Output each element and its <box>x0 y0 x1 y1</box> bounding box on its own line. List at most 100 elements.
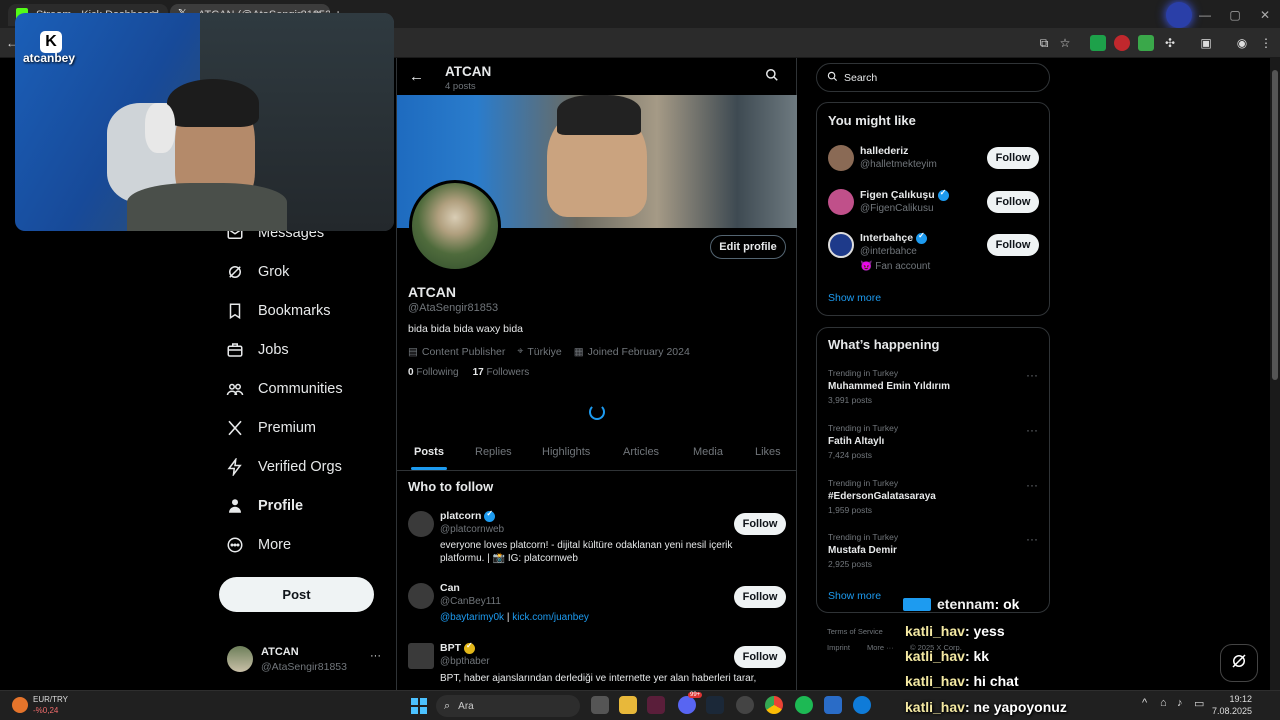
app-icon[interactable] <box>736 696 754 714</box>
trend-item[interactable]: Trending in Turkey Fatih Altaylı 7,424 p… <box>828 423 1038 467</box>
profile-icon[interactable]: ◉ <box>1234 35 1250 51</box>
nav-verified-orgs[interactable]: Verified Orgs <box>222 449 342 485</box>
follow-button[interactable]: Follow <box>987 191 1039 213</box>
post-button[interactable]: Post <box>219 577 374 612</box>
search-box[interactable]: Search <box>816 63 1050 92</box>
file-explorer-icon[interactable] <box>619 696 637 714</box>
edge-icon[interactable] <box>853 696 871 714</box>
tab-articles[interactable]: Articles <box>623 446 659 458</box>
nav-label: Verified Orgs <box>258 459 342 475</box>
network-icon[interactable]: ⌂ <box>1160 697 1167 709</box>
cast-icon[interactable]: ⧉ <box>1036 35 1052 51</box>
clock-time[interactable]: 19:12 <box>1212 694 1252 704</box>
nav-grok[interactable]: Grok <box>222 254 289 290</box>
more-icon[interactable]: ··· <box>1026 368 1038 382</box>
account-menu-icon[interactable]: ··· <box>370 650 381 662</box>
bio-link[interactable]: @baytarimy0k <box>440 612 504 623</box>
nav-jobs[interactable]: Jobs <box>222 332 289 368</box>
spotify-icon[interactable] <box>795 696 813 714</box>
nav-more[interactable]: More <box>222 527 291 563</box>
suggested-account[interactable]: Figen Çalıkuşu @FigenCalikusu Follow <box>817 185 1049 225</box>
followers-link[interactable]: 17 Followers <box>473 367 530 378</box>
suggested-account[interactable]: Can @CanBey111 @baytarimy0k | kick.com/j… <box>397 576 797 632</box>
profile-avatar[interactable] <box>409 180 501 272</box>
nav-communities[interactable]: Communities <box>222 371 343 407</box>
account-switcher[interactable]: ATCAN @AtaSengir81853 ··· <box>219 640 384 680</box>
account-handle: @platcornweb <box>440 524 505 535</box>
more-icon[interactable]: ··· <box>1026 478 1038 492</box>
profile-location: Türkiye <box>527 345 562 358</box>
suggested-account[interactable]: BPT @bpthaber BPT, haber ajanslarından d… <box>397 636 797 690</box>
star-icon[interactable]: ☆ <box>1057 35 1073 51</box>
suggested-account[interactable]: hallederiz @halletmekteyim Follow <box>817 141 1049 181</box>
tab-replies[interactable]: Replies <box>475 446 512 458</box>
follow-button[interactable]: Follow <box>734 513 786 535</box>
avatar <box>828 145 854 171</box>
app-icon[interactable] <box>647 696 665 714</box>
more-icon[interactable]: ··· <box>1026 532 1038 546</box>
avatar <box>408 643 434 669</box>
search-icon[interactable] <box>765 68 779 87</box>
show-more-link[interactable]: Show more <box>828 292 881 304</box>
footer-more-link[interactable]: More ··· <box>867 643 894 652</box>
extension-icon[interactable] <box>1090 35 1106 51</box>
suggested-account[interactable]: Interbahçe @interbahce 😈 Fan account Fol… <box>817 228 1049 278</box>
taskbar-search-input[interactable]: Ara <box>458 701 474 712</box>
more-icon[interactable]: ··· <box>1026 423 1038 437</box>
account-handle: @interbahce <box>860 246 917 257</box>
minimize-button[interactable]: — <box>1190 8 1220 22</box>
trend-item[interactable]: Trending in Turkey Muhammed Emin Yıldırı… <box>828 368 1038 412</box>
show-more-link[interactable]: Show more <box>828 590 881 602</box>
discord-icon[interactable] <box>678 696 696 714</box>
tab-media[interactable]: Media <box>693 446 723 458</box>
chrome-icon[interactable] <box>765 696 783 714</box>
volume-icon[interactable]: ♪ <box>1177 697 1183 709</box>
back-arrow-icon[interactable]: ← <box>409 68 424 85</box>
account-name: Figen Çalıkuşu <box>860 188 949 201</box>
close-window-button[interactable]: ✕ <box>1250 8 1280 22</box>
sidepanel-icon[interactable]: ▣ <box>1198 35 1214 51</box>
follow-button[interactable]: Follow <box>734 646 786 668</box>
chat-message: katli_hav: ne yapoyonuz <box>905 699 1067 715</box>
avatar <box>408 511 434 537</box>
profile-avatar-icon[interactable] <box>1166 2 1192 28</box>
tab-likes[interactable]: Likes <box>755 446 781 458</box>
trend-item[interactable]: Trending in Turkey Mustafa Demir 2,925 p… <box>828 532 1038 576</box>
nav-profile[interactable]: Profile <box>222 488 303 524</box>
suggested-account[interactable]: platcorn @platcornweb everyone loves pla… <box>397 504 797 572</box>
nav-bookmarks[interactable]: Bookmarks <box>222 293 331 329</box>
search-input[interactable]: Search <box>844 72 877 84</box>
chevron-up-icon[interactable]: ^ <box>1142 697 1147 709</box>
tab-highlights[interactable]: Highlights <box>542 446 590 458</box>
account-name: Interbahçe <box>860 231 928 244</box>
chat-message: etennam: ok <box>937 596 1020 612</box>
extension-icon[interactable] <box>1114 35 1130 51</box>
follow-button[interactable]: Follow <box>987 234 1039 256</box>
edit-profile-button[interactable]: Edit profile <box>710 235 786 259</box>
puzzle-icon[interactable]: ✣ <box>1162 35 1178 51</box>
account-name: platcorn <box>440 509 496 522</box>
tab-posts[interactable]: Posts <box>414 446 444 458</box>
maximize-button[interactable]: ▢ <box>1220 8 1250 22</box>
webcam-hair <box>167 79 259 127</box>
avatar <box>828 232 854 258</box>
windows-start-icon[interactable] <box>411 698 427 714</box>
footer-terms-link[interactable]: Terms of Service <box>827 627 883 636</box>
app-icon[interactable] <box>824 696 842 714</box>
taskbar-search[interactable]: ⌕ Ara <box>436 695 580 717</box>
menu-icon[interactable]: ⋮ <box>1258 35 1274 51</box>
bio-link[interactable]: kick.com/juanbey <box>512 612 589 623</box>
scrollbar-thumb[interactable] <box>1272 70 1278 380</box>
follow-button[interactable]: Follow <box>987 147 1039 169</box>
footer-imprint-link[interactable]: Imprint <box>827 643 850 652</box>
steam-icon[interactable] <box>706 696 724 714</box>
follow-button[interactable]: Follow <box>734 586 786 608</box>
clock-date[interactable]: 7.08.2025 <box>1212 706 1252 716</box>
battery-icon[interactable]: ▭ <box>1194 697 1204 710</box>
extension-icon[interactable] <box>1138 35 1154 51</box>
trend-item[interactable]: Trending in Turkey #EdersonGalatasaraya … <box>828 478 1038 522</box>
nav-premium[interactable]: Premium <box>222 410 316 446</box>
following-link[interactable]: 0 Following <box>408 367 459 378</box>
taskview-icon[interactable] <box>591 696 609 714</box>
grok-floating-button[interactable] <box>1220 644 1258 682</box>
